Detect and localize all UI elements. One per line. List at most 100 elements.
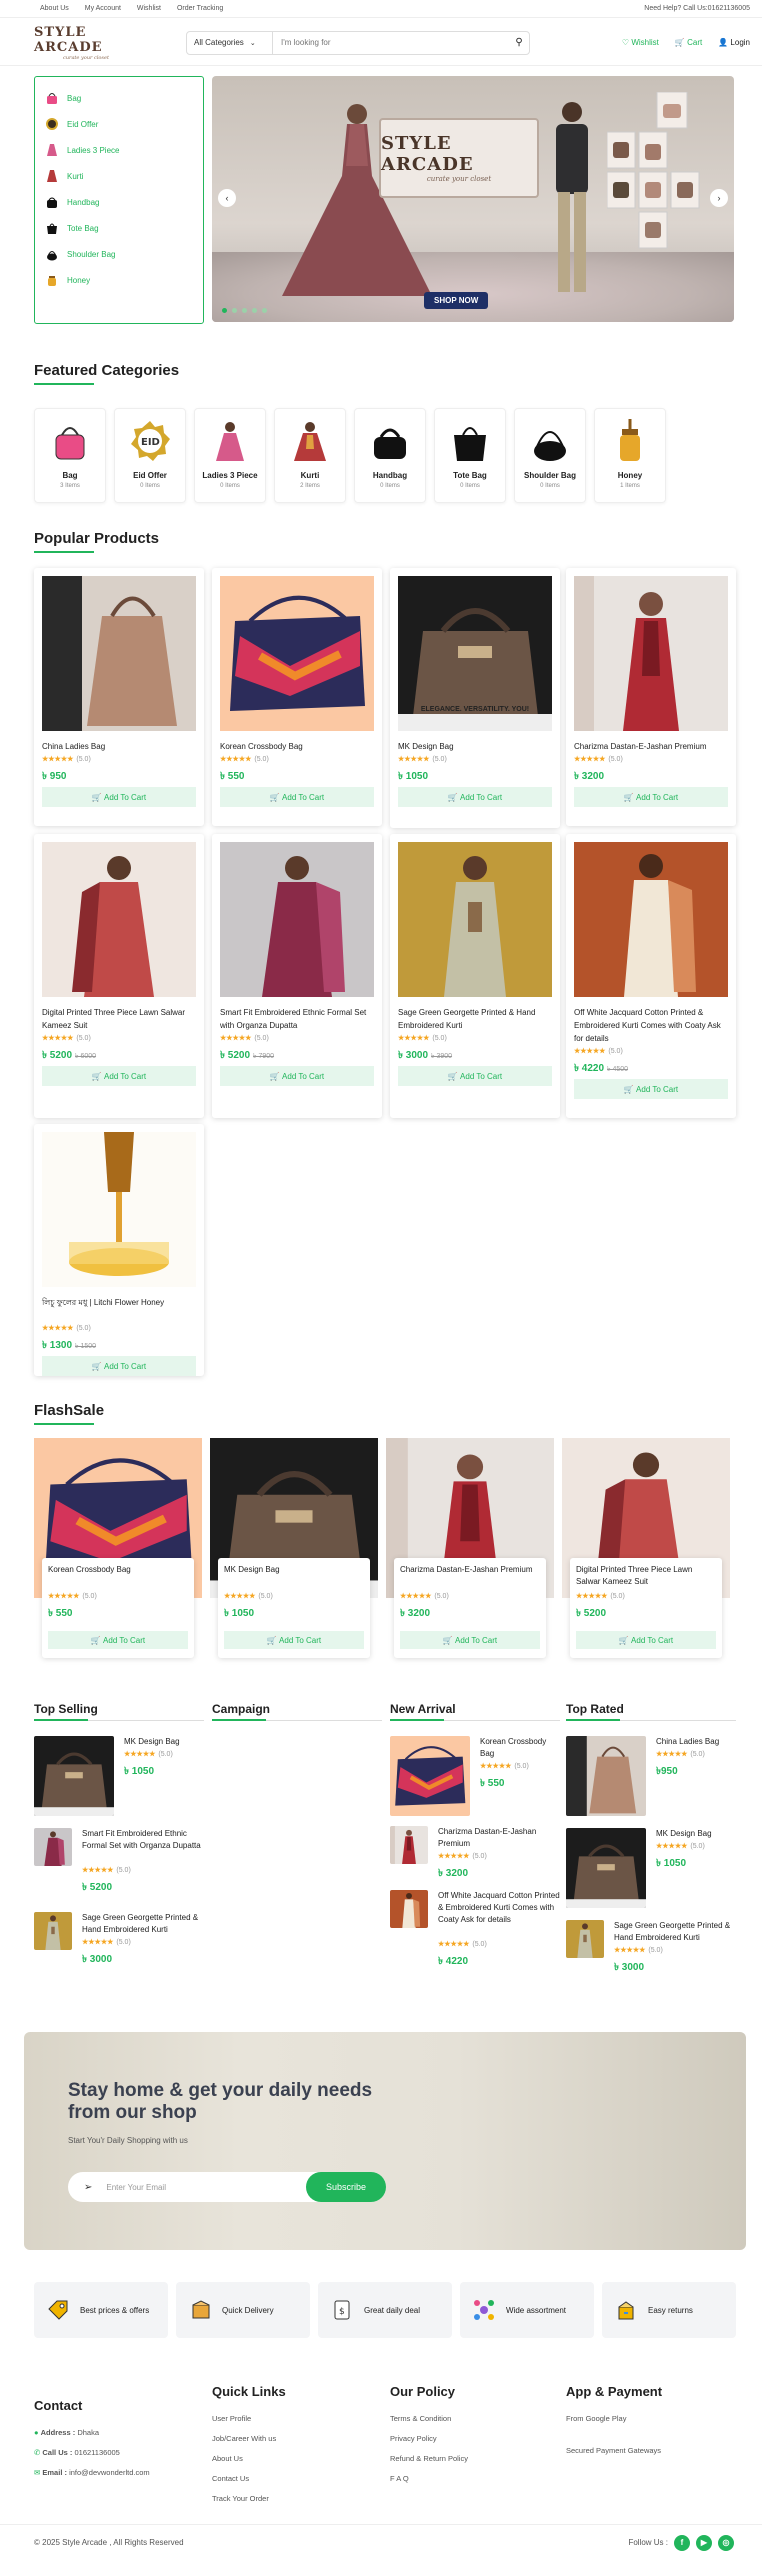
sidebar-item-kurti[interactable]: Kurti — [45, 163, 193, 189]
add-to-cart-button[interactable]: 🛒 Add To Cart — [42, 1356, 196, 1376]
flashsale-card[interactable]: MK Design Bag ★★★★★ (5.0) ৳ 1050 🛒 Add To Ca… — [210, 1438, 378, 1658]
footer-link-about-us[interactable]: About Us — [212, 2449, 286, 2469]
footer-link-terms[interactable]: Terms & Condition — [390, 2409, 468, 2429]
product-name[interactable]: Charizma Dastan-E-Jashan Premium — [400, 1564, 540, 1590]
add-to-cart-button[interactable]: 🛒 Add To Cart — [42, 1066, 196, 1086]
product-image[interactable] — [42, 576, 196, 731]
subscribe-button[interactable]: Subscribe — [306, 2172, 386, 2202]
product-name[interactable]: MK Design Bag — [124, 1736, 204, 1748]
product-card[interactable]: Sage Green Georgette Printed & Hand Embr… — [390, 834, 560, 1118]
product-name[interactable]: Korean Crossbody Bag — [220, 740, 376, 753]
sidebar-item-tote-bag[interactable]: Tote Bag — [45, 215, 193, 241]
product-name[interactable]: MK Design Bag — [656, 1828, 736, 1840]
add-to-cart-button[interactable]: 🛒 Add To Cart — [574, 1079, 728, 1099]
add-to-cart-button[interactable]: 🛒 Add To Cart — [576, 1631, 716, 1649]
about-us-link[interactable]: About Us — [40, 5, 69, 12]
category-select[interactable]: All Categories ⌄ — [187, 31, 273, 54]
product-image[interactable] — [220, 576, 374, 731]
product-name[interactable]: MK Design Bag — [224, 1564, 364, 1590]
instagram-icon[interactable]: ◎ — [718, 2534, 734, 2551]
sidebar-item-eid-offer[interactable]: Eid Offer — [45, 111, 193, 137]
product-thumbnail[interactable] — [34, 1828, 72, 1866]
product-name[interactable]: Sage Green Georgette Printed & Hand Embr… — [82, 1912, 204, 1936]
slider-dot[interactable] — [242, 308, 247, 313]
product-name[interactable]: Smart Fit Embroidered Ethnic Formal Set … — [220, 1006, 376, 1032]
category-card-bag[interactable]: Bag 3 Items — [34, 408, 106, 503]
wishlist-top-link[interactable]: Wishlist — [137, 5, 161, 12]
add-to-cart-button[interactable]: 🛒 Add To Cart — [398, 787, 552, 807]
footer-link-faq[interactable]: F A Q — [390, 2469, 468, 2489]
footer-link-google-play[interactable]: From Google Play — [566, 2409, 662, 2429]
footer-link-track-order[interactable]: Track Your Order — [212, 2489, 286, 2509]
product-name[interactable]: Off White Jacquard Cotton Printed & Embr… — [574, 1006, 730, 1045]
category-card-honey[interactable]: Honey 1 Items — [594, 408, 666, 503]
product-thumbnail[interactable] — [34, 1912, 72, 1950]
footer-link-refund[interactable]: Refund & Return Policy — [390, 2449, 468, 2469]
sidebar-item-bag[interactable]: Bag — [45, 85, 193, 111]
search-input[interactable] — [273, 31, 509, 54]
category-card-eid-offer[interactable]: EID Eid Offer 0 Items — [114, 408, 186, 503]
add-to-cart-button[interactable]: 🛒 Add To Cart — [398, 1066, 552, 1086]
sidebar-item-handbag[interactable]: Handbag — [45, 189, 193, 215]
wishlist-button[interactable]: ♡ Wishlist — [622, 38, 659, 47]
category-card-shoulder-bag[interactable]: Shoulder Bag 0 Items — [514, 408, 586, 503]
sidebar-item-shoulder-bag[interactable]: Shoulder Bag — [45, 241, 193, 267]
footer-link-contact-us[interactable]: Contact Us — [212, 2469, 286, 2489]
flashsale-card[interactable]: Digital Printed Three Piece Lawn Salwar … — [562, 1438, 730, 1658]
product-name[interactable]: Sage Green Georgette Printed & Hand Embr… — [398, 1006, 554, 1032]
product-name[interactable]: Sage Green Georgette Printed & Hand Embr… — [614, 1920, 736, 1944]
add-to-cart-button[interactable]: 🛒 Add To Cart — [220, 1066, 374, 1086]
slider-prev-arrow-icon[interactable]: ‹ — [218, 189, 236, 207]
sidebar-item-honey[interactable]: Honey — [45, 267, 193, 293]
product-card[interactable]: MK Design Bag ★★★★★ (5.0) ৳ 1050 🛒 Add To Ca… — [390, 568, 560, 828]
category-card-ladies-3-piece[interactable]: Ladies 3 Piece 0 Items — [194, 408, 266, 503]
add-to-cart-button[interactable]: 🛒 Add To Cart — [42, 787, 196, 807]
flashsale-card[interactable]: Korean Crossbody Bag ★★★★★ (5.0) ৳ 550 🛒 Add… — [34, 1438, 202, 1658]
footer-link-user-profile[interactable]: User Profile — [212, 2409, 286, 2429]
footer-link-career[interactable]: Job/Career With us — [212, 2429, 286, 2449]
category-card-kurti[interactable]: Kurti 2 Items — [274, 408, 346, 503]
product-card[interactable]: Off White Jacquard Cotton Printed & Embr… — [566, 834, 736, 1118]
cart-button[interactable]: 🛒 Cart — [675, 38, 702, 47]
product-name[interactable]: Smart Fit Embroidered Ethnic Formal Set … — [82, 1828, 204, 1852]
product-image[interactable] — [42, 842, 196, 997]
product-card[interactable]: Digital Printed Three Piece Lawn Salwar … — [34, 834, 204, 1118]
product-image[interactable] — [398, 842, 552, 997]
add-to-cart-button[interactable]: 🛒 Add To Cart — [48, 1631, 188, 1649]
product-thumbnail[interactable] — [390, 1826, 428, 1864]
product-card[interactable]: Korean Crossbody Bag ★★★★★ (5.0) ৳ 550 🛒 Add… — [212, 568, 382, 826]
product-name[interactable]: Digital Printed Three Piece Lawn Salwar … — [42, 1006, 198, 1032]
product-name[interactable]: Korean Crossbody Bag — [48, 1564, 188, 1590]
product-image[interactable] — [220, 842, 374, 997]
add-to-cart-button[interactable]: 🛒 Add To Cart — [574, 787, 728, 807]
product-name[interactable]: MK Design Bag — [398, 740, 554, 753]
product-image[interactable] — [42, 1132, 196, 1287]
product-name[interactable]: Off White Jacquard Cotton Printed & Embr… — [438, 1890, 560, 1926]
add-to-cart-button[interactable]: 🛒 Add To Cart — [224, 1631, 364, 1649]
youtube-icon[interactable]: ▶ — [696, 2534, 712, 2551]
product-name[interactable]: লিচু ফুলের মধু | Litchi Flower Honey — [42, 1296, 198, 1309]
slider-dot[interactable] — [252, 308, 257, 313]
product-thumbnail[interactable] — [34, 1736, 114, 1816]
product-card[interactable]: Smart Fit Embroidered Ethnic Formal Set … — [212, 834, 382, 1118]
product-name[interactable]: China Ladies Bag — [42, 740, 198, 753]
product-image[interactable] — [574, 842, 728, 997]
email-value[interactable]: info@devwonderltd.com — [69, 2468, 150, 2477]
order-tracking-link[interactable]: Order Tracking — [177, 5, 223, 12]
slider-dot[interactable] — [232, 308, 237, 313]
product-thumbnail[interactable] — [566, 1920, 604, 1958]
sidebar-item-ladies-3-piece[interactable]: Ladies 3 Piece — [45, 137, 193, 163]
logo[interactable]: STYLE ARCADE curate your closet — [34, 25, 138, 61]
add-to-cart-button[interactable]: 🛒 Add To Cart — [400, 1631, 540, 1649]
product-name[interactable]: Digital Printed Three Piece Lawn Salwar … — [576, 1564, 716, 1590]
product-thumbnail[interactable] — [566, 1828, 646, 1908]
category-card-tote-bag[interactable]: Tote Bag 0 Items — [434, 408, 506, 503]
product-name[interactable]: Charizma Dastan-E-Jashan Premium — [574, 740, 730, 753]
category-card-handbag[interactable]: Handbag 0 Items — [354, 408, 426, 503]
product-card[interactable]: লিচু ফুলের মধু | Litchi Flower Honey ★★★★… — [34, 1124, 204, 1376]
product-card[interactable]: China Ladies Bag ★★★★★ (5.0) ৳ 950 🛒 Add To … — [34, 568, 204, 826]
footer-link-privacy[interactable]: Privacy Policy — [390, 2429, 468, 2449]
product-name[interactable]: Charizma Dastan-E-Jashan Premium — [438, 1826, 560, 1850]
slider-next-arrow-icon[interactable]: › — [710, 189, 728, 207]
product-card[interactable]: Charizma Dastan-E-Jashan Premium ★★★★★ (5.… — [566, 568, 736, 826]
